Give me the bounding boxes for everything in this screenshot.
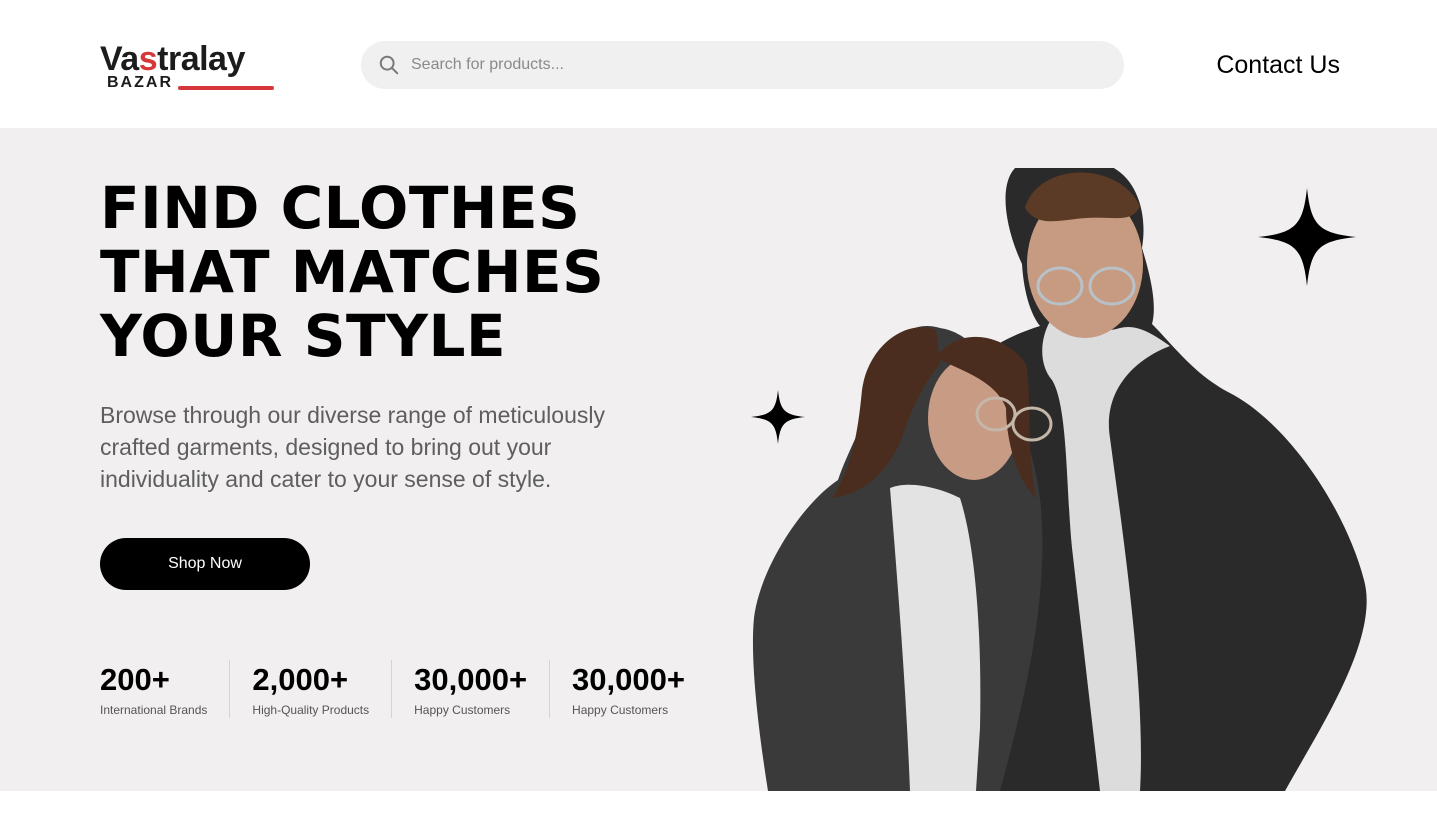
search-icon [379,55,399,75]
brand-logo[interactable]: Vastralay BAZAR [100,40,280,96]
stat-label: High-Quality Products [252,703,370,717]
hero-headline: FIND CLOTHES THAT MATCHES YOUR STYLE [100,176,604,368]
contact-us-link[interactable]: Contact Us [1216,50,1340,80]
stat-label: Happy Customers [414,703,511,717]
sparkle-icon [1258,188,1356,286]
shop-now-button[interactable]: Shop Now [100,538,310,590]
headline-line: YOUR STYLE [100,302,507,370]
stat-item: 30,000+ Happy Customers [549,660,707,718]
stat-value: 200+ [100,662,170,697]
stat-item: 200+ International Brands [100,660,229,718]
site-header: Vastralay BAZAR Contact Us [0,0,1437,128]
stat-label: Happy Customers [572,703,669,717]
stat-item: 2,000+ High-Quality Products [229,660,391,718]
stat-value: 30,000+ [414,662,528,697]
stat-label: International Brands [100,703,208,717]
stat-value: 2,000+ [252,662,349,697]
search-bar[interactable] [361,41,1124,89]
logo-swoosh [178,86,274,90]
stats-row: 200+ International Brands 2,000+ High-Qu… [100,660,707,718]
stat-value: 30,000+ [572,662,685,697]
logo-subtitle: BAZAR [107,74,173,91]
stat-item: 30,000+ Happy Customers [391,660,549,718]
hero-description: Browse through our diverse range of meti… [100,402,605,492]
logo-wordmark: Vastralay [100,40,245,78]
headline-line: FIND CLOTHES [100,174,581,242]
search-input[interactable] [411,41,1101,89]
headline-line: THAT MATCHES [100,238,605,306]
hero-section: FIND CLOTHES THAT MATCHES YOUR STYLE Bro… [0,128,1437,791]
